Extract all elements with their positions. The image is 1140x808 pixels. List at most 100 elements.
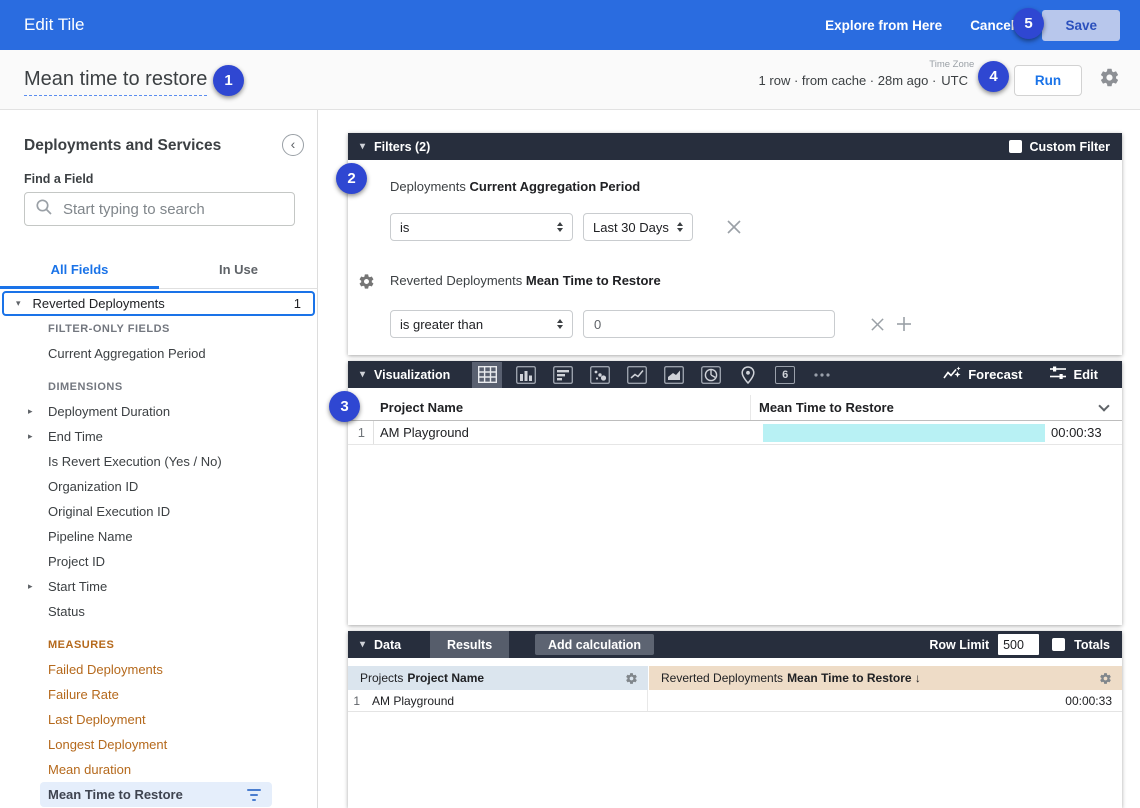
filter-2-remove-button[interactable] [870,317,885,332]
explore-from-here-link[interactable]: Explore from Here [825,18,942,33]
filter-2-controls: is greater than [390,310,912,338]
data-table-header: Projects Project Name Reverted Deploymen… [348,666,1122,690]
viz-area-chart-icon[interactable] [661,364,687,386]
field-start-time[interactable]: ▸Start Time [0,574,317,599]
viz-bar-actions: Forecast Edit [943,366,1110,384]
custom-filter-control: Custom Filter [1009,140,1110,154]
field-status[interactable]: Status [0,599,317,624]
project-name-cell[interactable]: AM Playground [374,425,750,440]
explore-title: Deployments and Services [24,137,221,155]
visualization-section-bar[interactable]: ▾ Visualization [348,361,1122,388]
collapse-triangle-icon[interactable]: ▾ [360,141,365,152]
viz-column-chart-icon[interactable] [513,364,539,386]
custom-filter-checkbox[interactable] [1009,140,1022,153]
totals-checkbox[interactable] [1052,638,1065,651]
tab-in-use[interactable]: In Use [159,250,318,288]
viz-single-value-icon[interactable]: 6 [772,364,798,386]
filter-2-value-input[interactable] [583,310,835,338]
filter-list-icon[interactable] [246,789,262,801]
viz-more-icon[interactable] [809,364,835,386]
tab-all-fields[interactable]: All Fields [0,250,159,288]
project-name-cell[interactable]: AM Playground [372,694,454,708]
filters-section-title: Filters (2) [374,140,430,154]
filters-section: ▾ Filters (2) Custom Filter Deployments … [348,133,1122,355]
add-calculation-button[interactable]: Add calculation [535,634,654,655]
measure-failure-rate[interactable]: Failure Rate [0,682,317,707]
mean-time-cell: 00:00:33 [750,421,1122,444]
viz-line-chart-icon[interactable] [624,364,650,386]
data-bar-right: Row Limit Totals [929,634,1110,655]
measure-failed-deployments[interactable]: Failed Deployments [0,657,317,682]
viz-bar-chart-icon[interactable] [550,364,576,386]
viz-pie-chart-icon[interactable] [698,364,724,386]
filter-1-controls: is Last 30 Days [390,213,742,241]
field-organization-id[interactable]: Organization ID [0,474,317,499]
measure-mean-time-to-restore-selected[interactable]: Mean Time to Restore [40,782,272,807]
filter-2-gear-icon[interactable] [358,273,375,295]
viz-type-switcher: 6 [472,362,835,388]
unfold-more-icon [549,319,563,329]
column-menu-chevron-icon[interactable] [1098,400,1109,411]
collapse-triangle-icon[interactable]: ▾ [360,639,365,650]
viz-table-header: Project Name Mean Time to Restore [348,395,1122,421]
tile-title[interactable]: Mean time to restore [24,68,207,96]
field-project-id[interactable]: Project ID [0,549,317,574]
field-end-time[interactable]: ▸End Time [0,424,317,449]
data-results-table: Projects Project Name Reverted Deploymen… [348,666,1122,712]
data-col-mean-time-to-restore[interactable]: Reverted Deployments Mean Time to Restor… [649,666,1122,690]
data-col-project-name[interactable]: Projects Project Name [348,666,648,690]
viz-scatter-icon[interactable] [587,364,613,386]
query-gear-icon[interactable] [1099,67,1120,93]
measure-longest-deployment[interactable]: Longest Deployment [0,732,317,757]
filter-2-operator-select[interactable]: is greater than [390,310,573,338]
filters-section-bar[interactable]: ▾ Filters (2) Custom Filter [348,133,1122,160]
find-field-label: Find a Field [24,172,93,186]
timezone-value: Time Zone UTC [941,73,968,88]
header-right: 1 row · from cache · 28m ago · Time Zone… [759,50,1124,110]
viz-table: Project Name Mean Time to Restore 1 AM P… [348,395,1122,445]
field-search-box [24,192,295,226]
collapse-sidebar-button[interactable]: ‹ [282,134,304,156]
field-deployment-duration[interactable]: ▸Deployment Duration [0,399,317,424]
field-search-input[interactable] [63,201,284,218]
group-dimensions: DIMENSIONS [0,374,317,399]
measure-mean-duration[interactable]: Mean duration [0,757,317,782]
som-badge-5: 5 [1013,8,1044,39]
data-section: ▾ Data Results Add calculation Row Limit… [348,631,1122,808]
expand-arrow-icon[interactable]: ▸ [28,431,33,442]
viz-map-icon[interactable] [735,364,761,386]
cancel-link[interactable]: Cancel [970,18,1014,33]
visualization-section-title: Visualization [374,368,450,382]
viz-col-project-name[interactable]: Project Name [374,400,750,415]
expand-arrow-icon[interactable]: ▸ [28,581,33,592]
viz-table-icon[interactable] [472,362,502,388]
measure-last-deployment[interactable]: Last Deployment [0,707,317,732]
view-row-reverted-deployments[interactable]: ▾ Reverted Deployments 1 [2,291,315,316]
viz-col-mean-time-to-restore[interactable]: Mean Time to Restore [750,395,1122,420]
field-current-aggregation-period[interactable]: Current Aggregation Period [0,341,317,366]
filter-1-value-select[interactable]: Last 30 Days [583,213,693,241]
results-tab[interactable]: Results [430,631,509,658]
data-section-bar[interactable]: ▾ Data Results Add calculation Row Limit… [348,631,1122,658]
save-button[interactable]: Save [1042,10,1120,41]
filter-1-remove-button[interactable] [726,219,742,235]
expand-arrow-icon[interactable]: ▸ [28,406,33,417]
field-in-use-count: 1 [294,296,301,311]
edit-viz-button[interactable]: Edit [1050,366,1098,383]
collapse-triangle-icon[interactable]: ▾ [360,369,365,380]
field-pipeline-name[interactable]: Pipeline Name [0,524,317,549]
field-list: FILTER-ONLY FIELDS Current Aggregation P… [0,316,317,807]
filter-2-add-button[interactable] [896,316,912,332]
filter-2-field-label: Reverted Deployments Mean Time to Restor… [390,273,661,288]
row-limit-input[interactable] [998,634,1039,655]
topbar-actions: Explore from Here Cancel Save [825,10,1120,41]
column-gear-icon[interactable] [1099,672,1112,685]
run-button[interactable]: Run [1014,65,1082,96]
column-gear-icon[interactable] [625,672,638,685]
forecast-button[interactable]: Forecast [943,366,1022,384]
unfold-more-icon [549,222,563,232]
field-original-execution-id[interactable]: Original Execution ID [0,499,317,524]
field-is-revert-execution[interactable]: Is Revert Execution (Yes / No) [0,449,317,474]
mean-time-cell[interactable]: 00:00:33 [648,694,1122,708]
filter-1-operator-select[interactable]: is [390,213,573,241]
